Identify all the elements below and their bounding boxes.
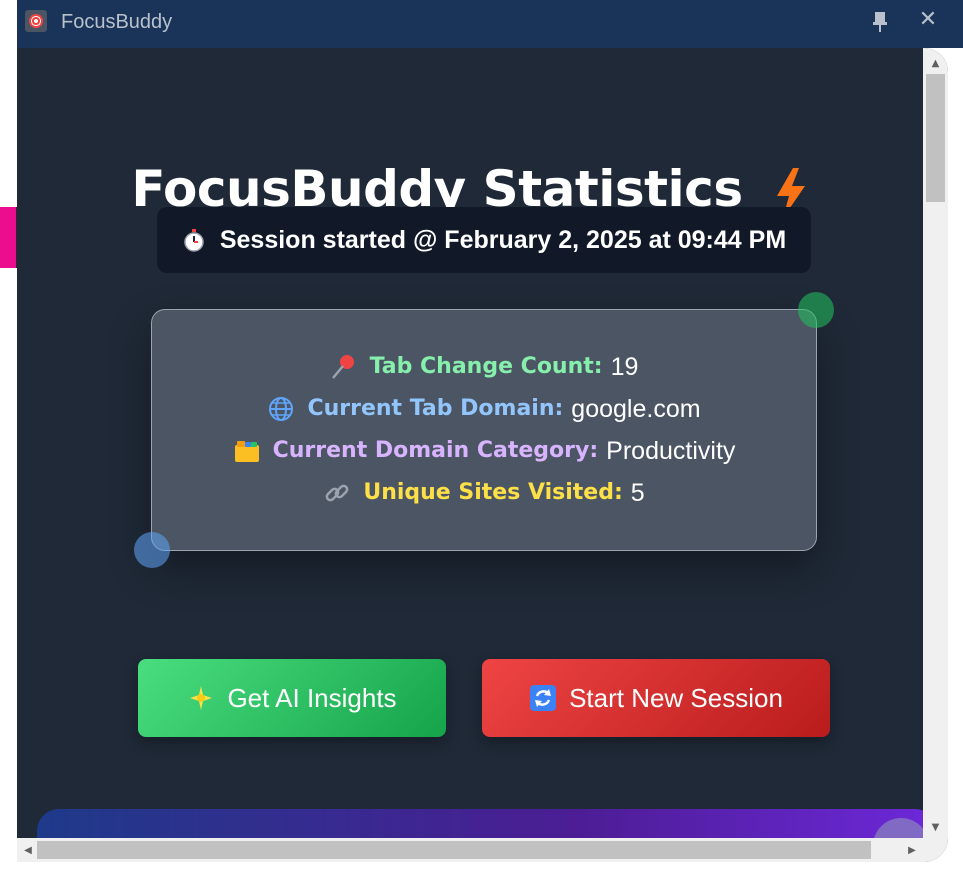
- extension-window: FocusBuddy Statistics Session started @ …: [17, 48, 948, 862]
- sparkle-icon: [187, 684, 215, 712]
- stat-value: Productivity: [606, 437, 736, 465]
- stat-value: 19: [610, 353, 639, 381]
- vertical-scrollbar[interactable]: ▲ ▼: [923, 48, 948, 838]
- scroll-up-icon[interactable]: ▲: [923, 52, 948, 74]
- stat-domain-category: Current Domain Category: Productivity: [233, 434, 736, 468]
- stat-value: google.com: [571, 395, 701, 423]
- scroll-right-icon[interactable]: ▶: [901, 838, 923, 862]
- start-new-session-button[interactable]: Start New Session: [482, 659, 830, 737]
- stat-current-domain: Current Tab Domain: google.com: [267, 392, 701, 426]
- stat-label: Current Domain Category:: [272, 438, 599, 463]
- pushpin-icon: [330, 353, 358, 381]
- window-titlebar: FocusBuddy ✕: [17, 0, 963, 48]
- scrollbar-corner: [923, 838, 948, 862]
- insights-panel-header: [37, 809, 923, 838]
- session-start-text: Session started @ February 2, 2025 at 09…: [219, 225, 787, 254]
- decorative-dot: [134, 532, 170, 568]
- stopwatch-icon: [182, 228, 206, 252]
- get-ai-insights-button[interactable]: Get AI Insights: [138, 659, 446, 737]
- horizontal-scrollbar[interactable]: ◀ ▶: [17, 838, 923, 862]
- pin-icon[interactable]: [869, 10, 891, 34]
- stat-label: Tab Change Count:: [369, 354, 603, 379]
- stat-label: Unique Sites Visited:: [363, 480, 623, 505]
- vertical-scroll-thumb[interactable]: [926, 74, 945, 202]
- target-icon: [25, 10, 47, 32]
- session-banner: Session started @ February 2, 2025 at 09…: [157, 207, 811, 273]
- refresh-icon: [529, 684, 557, 712]
- content-viewport: FocusBuddy Statistics Session started @ …: [17, 48, 923, 838]
- card-index-dividers-icon: [233, 437, 261, 465]
- window-title: FocusBuddy: [61, 11, 173, 33]
- horizontal-scroll-thumb[interactable]: [37, 841, 871, 859]
- scroll-down-icon[interactable]: ▼: [923, 816, 948, 838]
- link-icon: [323, 479, 351, 507]
- window-frame: [948, 48, 963, 877]
- stat-value: 5: [630, 479, 645, 507]
- globe-icon: [267, 395, 295, 423]
- decorative-dot: [798, 292, 834, 328]
- button-label: Get AI Insights: [227, 682, 397, 713]
- stat-unique-sites: Unique Sites Visited: 5: [323, 476, 645, 510]
- scroll-left-icon[interactable]: ◀: [17, 838, 39, 862]
- button-label: Start New Session: [569, 682, 783, 713]
- close-icon[interactable]: ✕: [916, 8, 940, 32]
- stat-label: Current Tab Domain:: [307, 396, 564, 421]
- stat-tab-change-count: Tab Change Count: 19: [330, 350, 639, 384]
- stats-card: Tab Change Count: 19 Current Tab Domain:…: [151, 309, 817, 551]
